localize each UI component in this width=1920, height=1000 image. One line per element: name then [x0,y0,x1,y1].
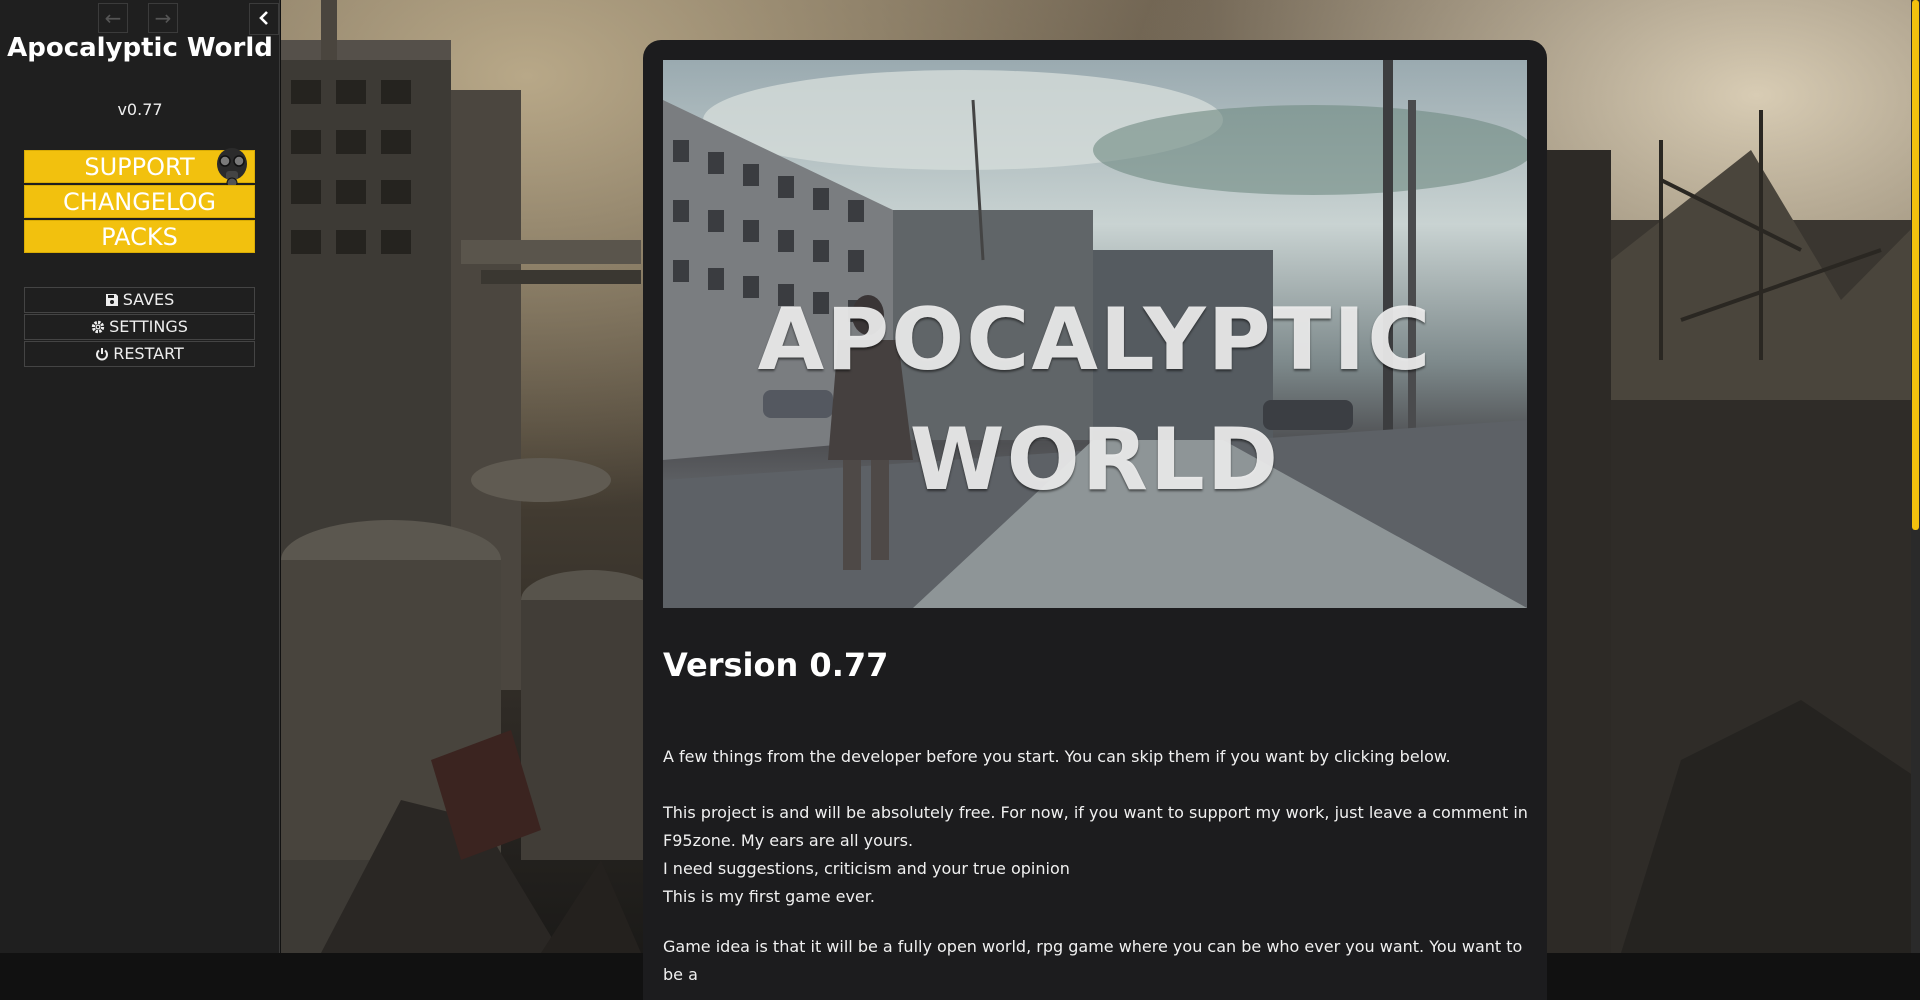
packs-button[interactable]: PACKS [24,220,255,253]
restart-label: RESTART [113,344,184,363]
banner-title-text: APOCALYPTIC WORLD [757,290,1433,510]
sidebar-toggle-button[interactable] [249,3,279,35]
story-title: Apocalyptic World [7,33,273,63]
gear-icon [91,320,105,334]
history-forward-button[interactable]: → [148,3,178,33]
version-heading: Version 0.77 [663,646,889,684]
save-icon [105,294,118,306]
scrollbar-thumb[interactable] [1912,0,1919,530]
saves-label: SAVES [122,290,175,309]
arrow-right-icon: → [154,6,172,30]
title-banner-image: APOCALYPTIC WORLD [663,60,1527,608]
first-game-paragraph: This is my first game ever. [663,887,875,906]
settings-button[interactable]: SETTINGS [24,314,255,340]
changelog-button[interactable]: CHANGELOG [24,185,255,218]
arrow-left-icon: ← [104,6,122,30]
support-button-label: SUPPORT [84,153,195,181]
intro-paragraph: A few things from the developer before y… [663,747,1451,766]
power-icon [96,348,109,361]
passage: APOCALYPTIC WORLD Version 0.77 A few thi… [643,40,1547,1000]
history-back-button[interactable]: ← [98,3,128,33]
chevron-left-icon [259,11,268,25]
sidebar: ← → Apocalyptic World v0.77 SUPPORT CHAN… [0,0,280,953]
saves-button[interactable]: SAVES [24,287,255,313]
suggestions-paragraph: I need suggestions, criticism and your t… [663,859,1070,878]
gas-mask-icon [217,148,247,188]
support-button[interactable]: SUPPORT [24,148,255,188]
game-idea-paragraph: Game idea is that it will be a fully ope… [663,937,1523,984]
packs-button-label: PACKS [101,223,178,251]
restart-button[interactable]: RESTART [24,341,255,367]
page-scrollbar[interactable] [1911,0,1920,953]
settings-label: SETTINGS [109,317,188,336]
story-version: v0.77 [117,100,163,119]
changelog-button-label: CHANGELOG [63,188,216,216]
free-project-paragraph: This project is and will be absolutely f… [663,803,1528,850]
